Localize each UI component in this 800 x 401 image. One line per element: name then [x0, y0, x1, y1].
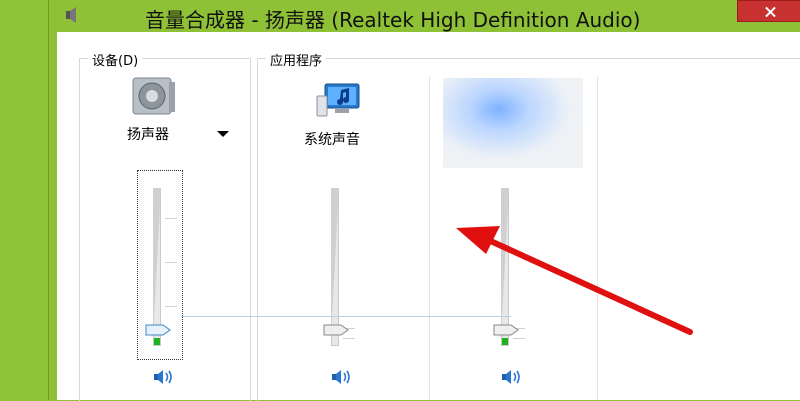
device-volume-slider[interactable]	[143, 178, 179, 348]
level-meter	[502, 338, 508, 345]
applications-group-label: 应用程序	[266, 50, 327, 69]
title-bar: 音量合成器 - 扬声器 (Realtek High Definition Aud…	[49, 0, 800, 32]
speaker-device-icon[interactable]	[131, 76, 177, 116]
slider-wedge	[153, 188, 169, 338]
system-sounds-icon	[316, 83, 360, 117]
speaker-icon	[66, 7, 76, 23]
column-divider	[597, 76, 598, 400]
blurred-app-thumbnail	[443, 78, 583, 168]
device-group-label: 设备(D)	[88, 50, 143, 69]
slider-tick	[513, 338, 525, 339]
slider-link-line	[181, 316, 511, 317]
watermark-url: jingyan.baidu.com	[628, 362, 748, 377]
slider-tick	[165, 218, 177, 219]
system-sounds-label: 系统声音	[304, 132, 360, 148]
level-meter	[154, 338, 160, 345]
device-mute-speaker-icon[interactable]	[153, 368, 175, 386]
slider-tick	[165, 262, 177, 263]
app-volume-slider[interactable]	[491, 178, 527, 348]
slider-tick	[343, 338, 355, 339]
device-dropdown-arrow-icon[interactable]	[217, 131, 229, 137]
window-title: 音量合成器 - 扬声器 (Realtek High Definition Aud…	[145, 8, 641, 32]
slider-thumb[interactable]	[145, 324, 171, 336]
device-name[interactable]: 扬声器	[127, 124, 169, 144]
app-mute-speaker-icon[interactable]	[501, 368, 523, 386]
slider-thumb[interactable]	[493, 324, 519, 336]
system-sounds-mute-speaker-icon[interactable]	[331, 368, 353, 386]
slider-tick	[165, 306, 177, 307]
slider-thumb[interactable]	[323, 324, 349, 336]
close-button[interactable]	[737, 0, 800, 22]
column-divider	[429, 76, 430, 400]
system-sounds-volume-slider[interactable]	[321, 178, 357, 348]
